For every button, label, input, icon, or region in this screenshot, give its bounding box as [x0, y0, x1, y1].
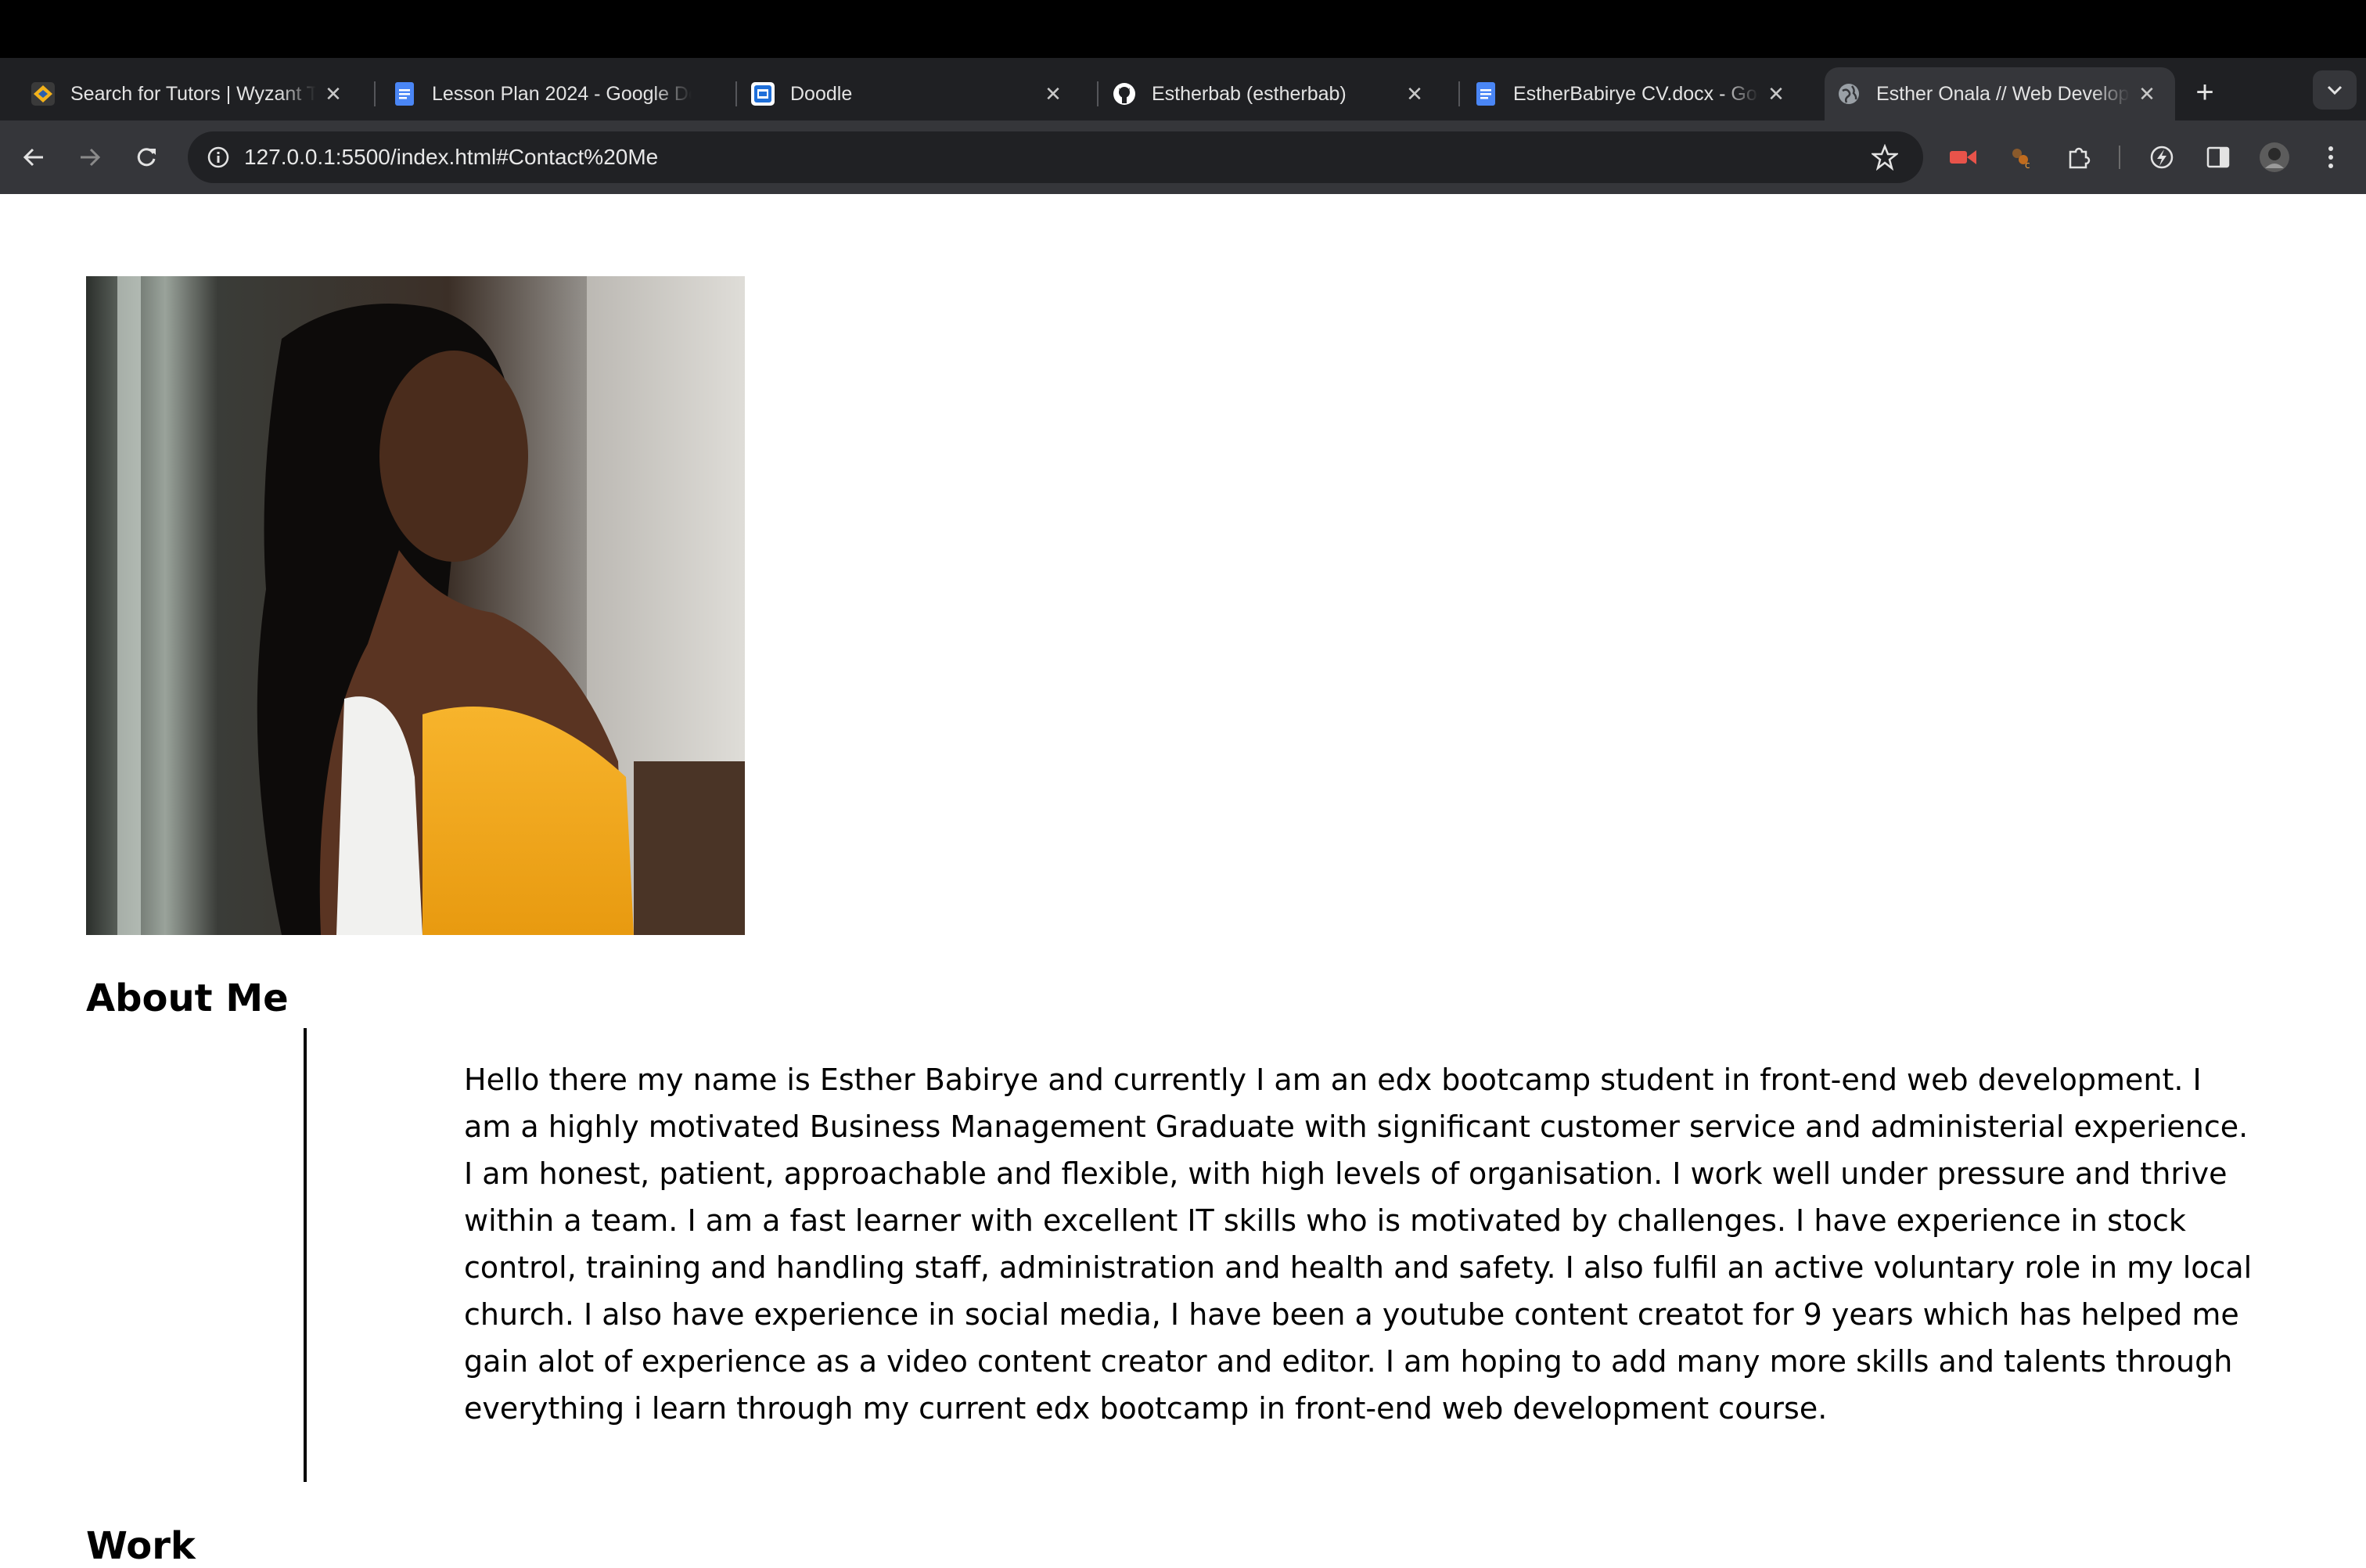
- screencast-extension-icon: [1950, 150, 1976, 164]
- tab-doodle[interactable]: Doodle ✕: [720, 67, 1081, 120]
- site-info-button[interactable]: [202, 141, 235, 174]
- close-icon[interactable]: ✕: [316, 82, 351, 106]
- close-icon[interactable]: ✕: [1036, 82, 1070, 106]
- tab-strip: Search for Tutors | Wyzant Tutoring ✕ Le…: [0, 58, 2366, 120]
- tab-lesson-plan[interactable]: Lesson Plan 2024 - Google Docs ✕: [361, 67, 737, 120]
- page-content: About Me Hello there my name is Esther B…: [0, 194, 2366, 1568]
- tab-portfolio-active[interactable]: Esther Onala // Web Developer ✕: [1825, 67, 2175, 120]
- browser-menu-button[interactable]: [2313, 139, 2349, 175]
- reload-icon: [137, 148, 156, 167]
- github-icon: [1113, 83, 1135, 105]
- close-icon[interactable]: ✕: [1759, 82, 1793, 106]
- kebab-menu-icon: [2328, 146, 2333, 168]
- tab-wyzant[interactable]: Search for Tutors | Wyzant Tutoring ✕: [0, 67, 361, 120]
- tab-title: Estherbab (estherbab): [1152, 82, 1347, 105]
- forward-arrow-icon: [81, 148, 101, 167]
- info-icon: [207, 146, 229, 168]
- bookmark-button[interactable]: [1868, 141, 1901, 174]
- tab-search-button[interactable]: [2313, 70, 2357, 110]
- forward-button[interactable]: [72, 139, 108, 175]
- side-panel-button[interactable]: [2200, 139, 2236, 175]
- tab-title: EstherBabirye CV.docx - Google Docs: [1513, 82, 1759, 105]
- screen-top-bar: [0, 0, 2366, 58]
- back-button[interactable]: [16, 139, 52, 175]
- doodle-icon: [751, 82, 775, 106]
- tab-title: Search for Tutors | Wyzant Tutoring: [70, 82, 316, 105]
- gauge-icon: [2150, 146, 2174, 169]
- star-icon: [1872, 144, 1898, 171]
- about-divider: [304, 1028, 307, 1482]
- about-me-text: Hello there my name is Esther Babirye an…: [464, 1063, 2253, 1426]
- reload-button[interactable]: [128, 139, 164, 175]
- tab-github[interactable]: Estherbab (estherbab) ✕: [1081, 67, 1443, 120]
- about-me-heading: About Me: [86, 976, 289, 1020]
- puzzle-icon: [2069, 147, 2091, 169]
- back-arrow-icon: [23, 148, 43, 167]
- toolbar-divider: [2119, 146, 2120, 169]
- close-icon[interactable]: ✕: [1397, 82, 1432, 106]
- url-text[interactable]: 127.0.0.1:5500/index.html#Contact%20Me: [244, 131, 658, 183]
- google-docs-icon: [1476, 82, 1495, 106]
- performance-button[interactable]: [2144, 139, 2180, 175]
- new-tab-button[interactable]: +: [2188, 75, 2222, 110]
- tab-title: Esther Onala // Web Developer: [1876, 82, 2130, 105]
- extension-honey-button[interactable]: c: [2003, 139, 2039, 175]
- extension-screencast-button[interactable]: [1945, 139, 1981, 175]
- profile-button[interactable]: [2256, 139, 2292, 175]
- work-heading: Work: [86, 1524, 196, 1568]
- tab-cv-doc[interactable]: EstherBabirye CV.docx - Google Docs ✕: [1443, 67, 1804, 120]
- svg-text:c: c: [2025, 160, 2030, 171]
- browser-toolbar: 127.0.0.1:5500/index.html#Contact%20Me c: [0, 120, 2366, 194]
- tab-title: Lesson Plan 2024 - Google Docs: [432, 82, 692, 105]
- close-icon[interactable]: ✕: [2130, 82, 2164, 106]
- honey-extension-icon: c: [2012, 149, 2030, 171]
- google-docs-icon: [395, 82, 414, 106]
- address-bar[interactable]: 127.0.0.1:5500/index.html#Contact%20Me: [188, 131, 1923, 183]
- globe-icon: [1839, 84, 1859, 104]
- avatar: [2260, 142, 2289, 172]
- extensions-menu-button[interactable]: [2061, 139, 2097, 175]
- wyzant-icon: [31, 82, 55, 106]
- side-panel-icon: [2206, 146, 2230, 168]
- profile-photo: [86, 276, 745, 935]
- tab-title: Doodle: [790, 82, 853, 105]
- chevron-down-icon: [2327, 85, 2343, 95]
